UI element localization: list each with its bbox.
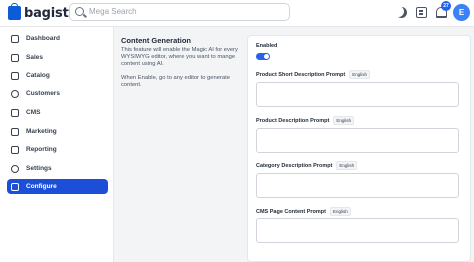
- field-label-text: Product Short Description Prompt: [256, 71, 346, 78]
- cms-page-content-prompt-textarea[interactable]: [256, 218, 459, 243]
- category-description-prompt-textarea[interactable]: [256, 173, 459, 198]
- description-prompt-textarea[interactable]: [256, 128, 459, 153]
- marketing-icon: [11, 127, 19, 136]
- user-avatar[interactable]: E: [453, 4, 470, 21]
- search-placeholder: Mega Search: [89, 7, 137, 16]
- dashboard-icon: [11, 34, 19, 43]
- sidebar: Dashboard Sales Catalog Customers CMS Ma…: [0, 27, 114, 262]
- sidebar-item-label: Dashboard: [26, 35, 60, 42]
- field-label-description: Product Description Prompt English: [256, 116, 355, 125]
- catalog-icon: [11, 71, 19, 80]
- locale-badge: English: [349, 70, 370, 79]
- reporting-icon: [11, 145, 19, 154]
- sidebar-item-label: Settings: [26, 165, 52, 172]
- sidebar-item-label: Reporting: [26, 146, 57, 153]
- enabled-toggle[interactable]: [256, 53, 270, 60]
- enabled-label-text: Enabled: [256, 43, 278, 49]
- storefront-icon[interactable]: [416, 7, 427, 18]
- sidebar-item-reporting[interactable]: Reporting: [7, 142, 108, 157]
- sidebar-item-label: CMS: [26, 109, 41, 116]
- configure-icon: [11, 182, 19, 191]
- section-description-text: This feature will enable the Magic AI fo…: [121, 47, 238, 67]
- enabled-label: Enabled: [256, 43, 277, 49]
- locale-badge: English: [329, 207, 351, 216]
- search-icon: [75, 7, 84, 16]
- settings-card: Enabled Product Short Description Prompt…: [247, 35, 471, 262]
- sidebar-item-customers[interactable]: Customers: [7, 86, 108, 101]
- sidebar-item-label: Catalog: [26, 72, 50, 79]
- notification-count-badge: 27: [441, 1, 451, 11]
- cms-icon: [11, 108, 19, 117]
- sales-icon: [11, 53, 19, 62]
- sidebar-item-label: Marketing: [26, 128, 57, 135]
- sidebar-item-dashboard[interactable]: Dashboard: [7, 31, 108, 46]
- field-label-text: Category Description Prompt: [256, 162, 333, 169]
- sidebar-item-catalog[interactable]: Catalog: [7, 68, 108, 83]
- section-description-text-2: When Enable, go to any editor to generat…: [121, 75, 230, 88]
- bagisto-logo[interactable]: bagisto: [8, 3, 78, 22]
- mega-search-input[interactable]: Mega Search: [69, 3, 290, 21]
- section-body: This feature will enable the Magic AI fo…: [121, 47, 241, 89]
- sidebar-item-label: Sales: [26, 54, 43, 61]
- locale-badge: English: [333, 116, 355, 125]
- sidebar-item-sales[interactable]: Sales: [7, 50, 108, 65]
- short-description-prompt-textarea[interactable]: [256, 82, 459, 107]
- sidebar-item-settings[interactable]: Settings: [7, 161, 108, 176]
- field-label-category-description: Category Description Prompt English: [256, 161, 358, 170]
- shopping-bag-icon: [8, 3, 21, 20]
- field-label-cms-page-content: CMS Page Content Prompt English: [256, 207, 351, 216]
- field-label-short-description: Product Short Description Prompt English: [256, 70, 370, 79]
- customers-icon: [11, 89, 19, 98]
- field-label-text: CMS Page Content Prompt: [256, 208, 326, 215]
- dark-mode-icon[interactable]: [396, 7, 407, 18]
- sidebar-item-label: Customers: [26, 90, 60, 97]
- sidebar-item-marketing[interactable]: Marketing: [7, 124, 108, 139]
- locale-badge: English: [336, 161, 358, 170]
- sidebar-item-label: Configure: [26, 183, 57, 190]
- top-header: bagisto Mega Search 27 E: [0, 0, 474, 27]
- sidebar-item-cms[interactable]: CMS: [7, 105, 108, 120]
- section-title: Content Generation: [121, 36, 192, 45]
- sidebar-item-configure[interactable]: Configure: [7, 179, 108, 194]
- field-label-text: Product Description Prompt: [256, 117, 330, 124]
- settings-icon: [11, 164, 19, 173]
